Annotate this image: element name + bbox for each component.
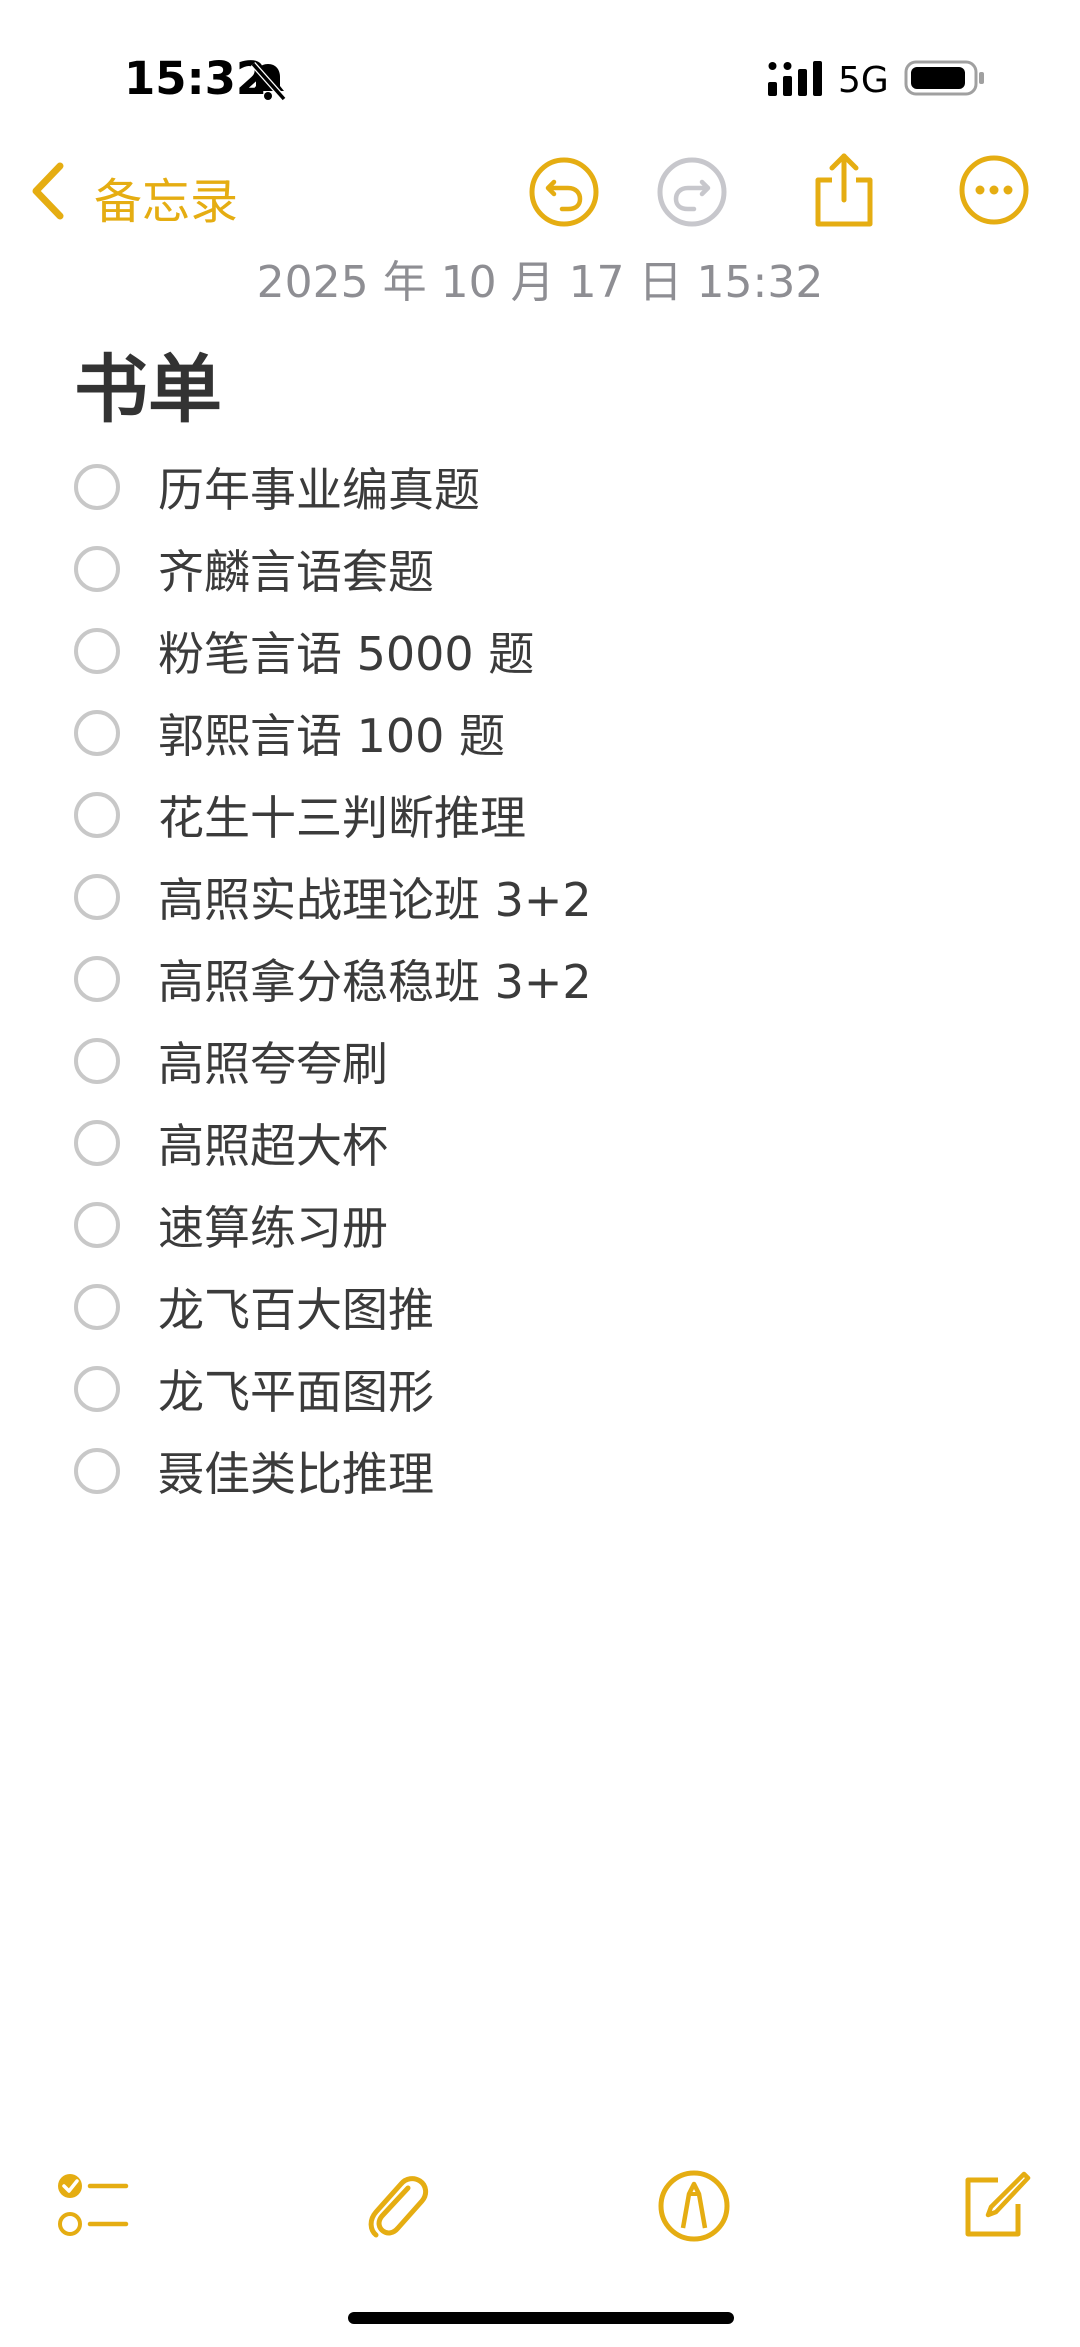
checklist-item-text[interactable]: 粉笔言语 5000 题 [158, 618, 534, 684]
checklist-item[interactable]: 齐麟言语套题 [74, 528, 592, 610]
redo-icon[interactable] [656, 156, 728, 228]
checkbox[interactable] [74, 628, 120, 674]
checklist-item[interactable]: 龙飞百大图推 [74, 1266, 592, 1348]
checklist-item-text[interactable]: 龙飞平面图形 [158, 1356, 434, 1422]
battery-icon [904, 60, 984, 96]
checklist-item-text[interactable]: 聂佳类比推理 [158, 1438, 434, 1504]
checklist-item-text[interactable]: 高照拿分稳稳班 3+2 [158, 946, 592, 1012]
checklist-item-text[interactable]: 高照超大杯 [158, 1110, 388, 1176]
status-time: 15:32 [124, 52, 268, 105]
checkbox[interactable] [74, 874, 120, 920]
more-icon[interactable] [958, 154, 1030, 226]
checkbox[interactable] [74, 546, 120, 592]
checkbox[interactable] [74, 1284, 120, 1330]
note-timestamp: 2025 年 10 月 17 日 15:32 [256, 257, 824, 308]
back-button[interactable]: 备忘录 [94, 162, 238, 232]
checklist-item-text[interactable]: 高照夸夸刷 [158, 1028, 388, 1094]
checklist-item[interactable]: 粉笔言语 5000 题 [74, 610, 592, 692]
checklist-item-text[interactable]: 花生十三判断推理 [158, 782, 526, 848]
checklist: 历年事业编真题 齐麟言语套题 粉笔言语 5000 题 郭熙言语 100 题 花生… [74, 446, 592, 1512]
bell-slash-icon [250, 62, 287, 101]
checklist-icon[interactable] [54, 2168, 130, 2244]
checklist-item-text[interactable]: 历年事业编真题 [158, 454, 480, 520]
checklist-item[interactable]: 速算练习册 [74, 1184, 592, 1266]
checkbox[interactable] [74, 710, 120, 756]
checklist-item-text[interactable]: 齐麟言语套题 [158, 536, 434, 602]
paperclip-icon[interactable] [358, 2168, 434, 2244]
undo-icon[interactable] [528, 156, 600, 228]
checklist-item[interactable]: 高照实战理论班 3+2 [74, 856, 592, 938]
checkbox[interactable] [74, 464, 120, 510]
checkbox[interactable] [74, 1038, 120, 1084]
checklist-item[interactable]: 高照超大杯 [74, 1102, 592, 1184]
signal-icon [768, 61, 822, 96]
checkbox[interactable] [74, 1120, 120, 1166]
checklist-item[interactable]: 历年事业编真题 [74, 446, 592, 528]
compose-icon[interactable] [956, 2168, 1032, 2244]
share-icon[interactable] [808, 150, 880, 230]
home-indicator[interactable] [348, 2312, 734, 2324]
checkbox[interactable] [74, 1366, 120, 1412]
checklist-item[interactable]: 郭熙言语 100 题 [74, 692, 592, 774]
checklist-item[interactable]: 花生十三判断推理 [74, 774, 592, 856]
checklist-item-text[interactable]: 速算练习册 [158, 1192, 388, 1258]
markup-icon[interactable] [656, 2168, 732, 2244]
checklist-item-text[interactable]: 龙飞百大图推 [158, 1274, 434, 1340]
checklist-item[interactable]: 龙飞平面图形 [74, 1348, 592, 1430]
network-type: 5G [838, 60, 889, 101]
checklist-item[interactable]: 高照拿分稳稳班 3+2 [74, 938, 592, 1020]
chevron-left-icon[interactable] [28, 160, 68, 222]
checkbox[interactable] [74, 1202, 120, 1248]
checklist-item-text[interactable]: 郭熙言语 100 题 [158, 700, 505, 766]
checklist-item[interactable]: 高照夸夸刷 [74, 1020, 592, 1102]
checkbox[interactable] [74, 792, 120, 838]
note-title[interactable]: 书单 [74, 330, 222, 437]
checkbox[interactable] [74, 1448, 120, 1494]
checklist-item[interactable]: 聂佳类比推理 [74, 1430, 592, 1512]
checkbox[interactable] [74, 956, 120, 1002]
checklist-item-text[interactable]: 高照实战理论班 3+2 [158, 864, 592, 930]
